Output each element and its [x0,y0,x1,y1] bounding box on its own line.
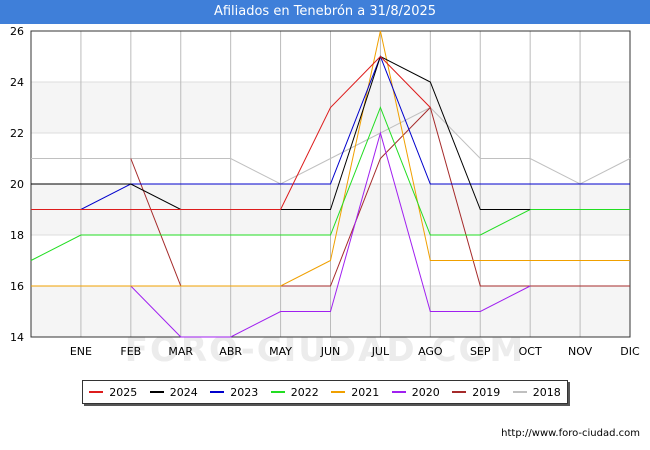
x-tick-label: MAY [269,345,292,358]
legend-swatch [452,391,467,393]
legend-item-2019: 2019 [452,386,500,399]
legend-item-2023: 2023 [210,386,258,399]
footer-url: http://www.foro-ciudad.com [501,428,640,439]
y-tick-label: 14 [10,331,24,344]
x-tick-label: NOV [568,345,593,358]
legend-swatch [89,391,104,393]
x-tick-label: DIC [620,345,640,358]
x-tick-label: OCT [519,345,542,358]
y-tick-label: 22 [10,127,24,140]
x-tick-label: JUL [371,345,390,358]
legend-swatch [210,391,225,393]
legend-label: 2022 [290,385,319,399]
x-tick-label: ENE [70,345,92,358]
y-tick-label: 26 [10,25,24,38]
legend-item-2022: 2022 [270,385,319,399]
legend-label: 2019 [472,385,501,399]
legend-label: 2021 [351,385,380,399]
x-tick-label: SEP [470,345,491,358]
x-tick-label: FEB [120,345,141,358]
legend-label: 2018 [532,385,561,399]
legend-label: 2024 [169,385,198,399]
legend-swatch [149,391,164,393]
x-tick-label: JUN [320,345,341,358]
y-tick-label: 24 [10,76,24,89]
x-tick-label: ABR [219,345,242,358]
legend-item-2025: 2025 [89,386,137,399]
y-tick-label: 20 [10,178,24,191]
legend-swatch [270,391,285,393]
legend-label: 2023 [230,385,259,399]
legend-swatch [391,391,406,393]
x-tick-label: MAR [168,345,193,358]
legend-item-2024: 2024 [149,385,198,399]
legend-label: 2020 [411,385,440,399]
y-tick-label: 18 [10,229,24,242]
legend-swatch [331,391,346,393]
chart-legend: 2025 2024 2023 2022 2021 2020 2019 2018 [82,380,568,404]
legend-item-2021: 2021 [331,386,379,399]
legend-item-2018: 2018 [512,385,561,399]
legend-swatch [512,391,527,393]
x-tick-label: AGO [418,345,443,358]
y-tick-label: 16 [10,280,24,293]
legend-item-2020: 2020 [391,385,440,399]
legend-label: 2025 [109,385,138,399]
